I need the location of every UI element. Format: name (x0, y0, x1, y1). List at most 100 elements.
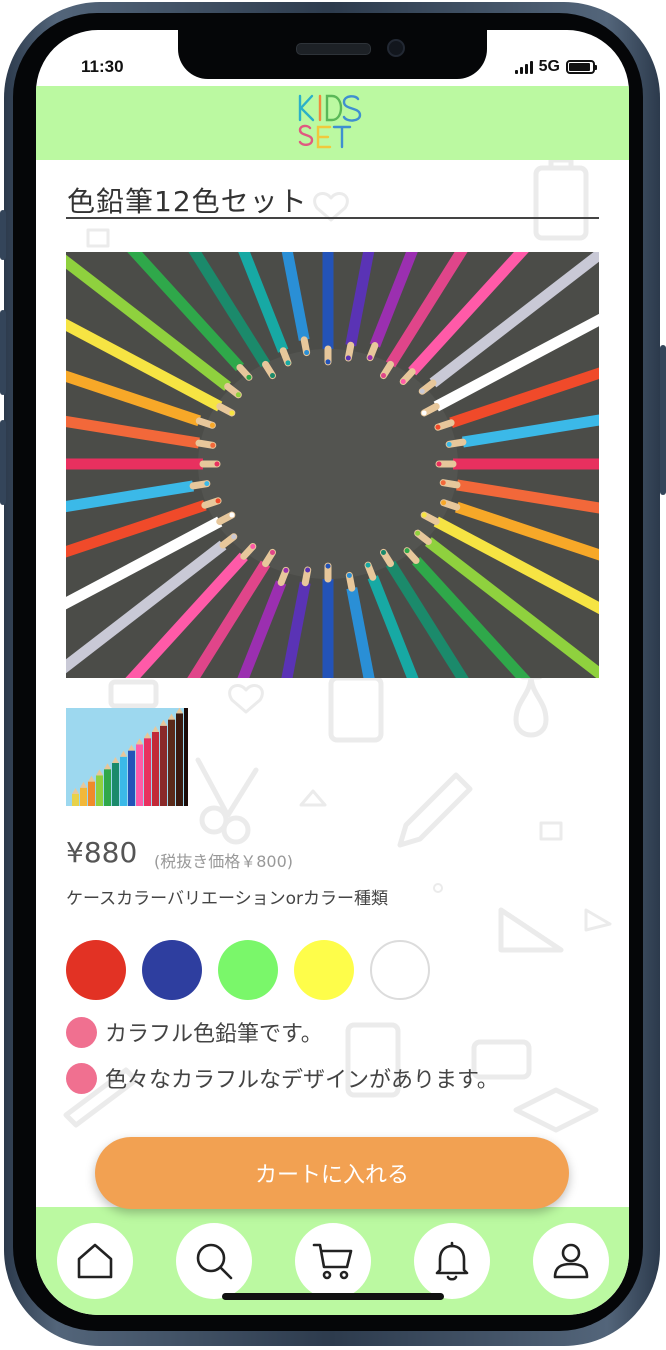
thumbnail-pencil (184, 708, 188, 806)
logo-lettering (298, 94, 362, 149)
bullet-dot (66, 1062, 97, 1094)
thumbnail-pencil (88, 781, 95, 806)
side-button (0, 310, 6, 395)
thumbnail-pencil (96, 775, 103, 806)
pencil-lead (381, 549, 386, 555)
pencil-lead (270, 549, 275, 555)
tax-note: (税抜き価格￥800) (154, 852, 294, 871)
speaker (296, 43, 371, 55)
swatch-yellow[interactable] (294, 940, 354, 1000)
pencil-lead (404, 548, 410, 554)
thumbnail-pencil (104, 769, 111, 806)
home-indicator (222, 1293, 444, 1300)
pencil-lead (400, 379, 406, 385)
add-to-cart-button[interactable]: カートに入れる (95, 1137, 569, 1209)
product-main-image[interactable] (66, 252, 599, 678)
thumbnail-pencil (120, 756, 127, 806)
tab-cart[interactable] (295, 1223, 371, 1299)
pencil-lead (346, 572, 352, 578)
product-thumbnail[interactable] (66, 708, 188, 806)
pencil-lead (204, 481, 210, 487)
pencil-lead (305, 567, 311, 573)
pencil-lead (250, 543, 256, 549)
product-price: ¥880 (66, 836, 138, 869)
thumbnail-pencil (144, 738, 151, 806)
status-time: 11:30 (81, 57, 124, 76)
tab-search[interactable] (176, 1223, 252, 1299)
bullet-dot (66, 1016, 97, 1048)
thumbnail-pencil (168, 719, 175, 806)
home-icon (77, 1243, 113, 1279)
tab-home[interactable] (57, 1223, 133, 1299)
pencil-lead (229, 410, 235, 416)
bell-icon (435, 1241, 469, 1281)
thumbnail-pencil (80, 787, 87, 806)
title-divider (66, 217, 599, 219)
screen: 11:30 5G 色鉛筆12色セット ¥880 (税抜き価格￥800) ケースカ… (36, 30, 629, 1315)
search-icon (196, 1243, 233, 1280)
tab-profile[interactable] (533, 1223, 609, 1299)
app-header (36, 86, 629, 160)
pencil-lead (325, 563, 331, 569)
thumbnail-pencil (136, 744, 143, 806)
thumbnail-pencil (152, 732, 159, 806)
feature-text: 色々なカラフルなデザインがあります。 (105, 1068, 499, 1093)
pencil-lead (421, 512, 427, 518)
thumbnail-pencil (72, 794, 79, 806)
pencil-lead (415, 530, 421, 536)
pencil-lead (229, 512, 235, 518)
pencil-lead (209, 422, 215, 428)
pencil-thumbnail-image (66, 708, 188, 806)
status-indicators: 5G (514, 58, 597, 76)
swatch-red[interactable] (66, 940, 126, 1000)
pencil-lead (381, 373, 386, 379)
pencil-lead (231, 534, 237, 540)
pencil-lead (214, 461, 220, 467)
network-label: 5G (538, 58, 560, 75)
swatch-green[interactable] (218, 940, 278, 1000)
side-button (0, 420, 6, 505)
swatch-white[interactable] (370, 940, 430, 1000)
pencil-lead (270, 373, 275, 379)
pencil-lead (446, 441, 452, 447)
thumbnail-pencil (160, 725, 167, 806)
pencil-lead (436, 461, 442, 467)
pencil-lead (304, 350, 310, 356)
user-icon (553, 1243, 589, 1279)
pencil-lead (435, 424, 441, 430)
app-logo[interactable] (296, 92, 376, 154)
pencil-lead (367, 355, 373, 361)
pencil-lead (440, 480, 446, 486)
colored-pencils-photo (66, 252, 599, 678)
side-button (0, 210, 6, 260)
thumbnail-pencil (112, 763, 119, 806)
pencil-lead (210, 442, 216, 448)
pencil-lead (246, 374, 252, 380)
pencil-lead (215, 498, 221, 504)
color-swatches (66, 940, 430, 1000)
thumbnail-pencil (128, 750, 135, 806)
pencil-lead (283, 567, 289, 573)
swatch-blue[interactable] (142, 940, 202, 1000)
pencil-lead (365, 562, 371, 568)
thumbnail-pencil (176, 713, 183, 806)
feature-item: 色々なカラフルなデザインがあります。 (66, 1062, 499, 1094)
cart-icon (312, 1243, 353, 1280)
pencil-lead (285, 360, 291, 366)
battery-icon (566, 60, 597, 74)
product-title: 色鉛筆12色セット (67, 185, 308, 218)
pencil-lead (441, 500, 447, 506)
feature-item: カラフル色鉛筆です。 (66, 1016, 323, 1048)
feature-text: カラフル色鉛筆です。 (105, 1022, 323, 1047)
pencil-lead (345, 355, 351, 361)
notch (178, 30, 487, 79)
pencil-lead (325, 359, 331, 365)
pencil-lead (235, 392, 241, 398)
pencil-lead (421, 410, 427, 416)
pencil-lead (419, 388, 425, 394)
front-camera (387, 39, 405, 57)
tab-notifications[interactable] (414, 1223, 490, 1299)
signal-icon (514, 60, 533, 74)
variation-label: ケースカラーバリエーションorカラー種類 (66, 889, 389, 909)
side-button (660, 345, 666, 495)
